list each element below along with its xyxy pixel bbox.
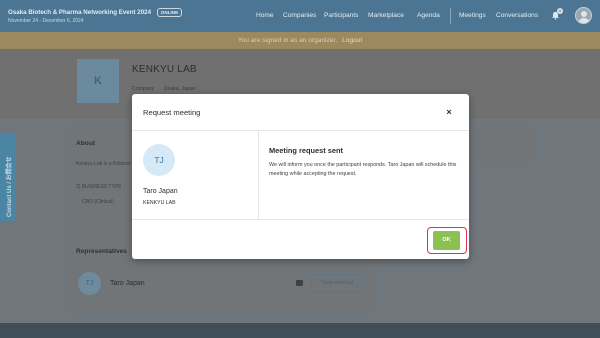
nav-companies[interactable]: Companies (283, 12, 316, 19)
view-meeting-button[interactable]: View meeting (311, 274, 363, 292)
event-badge: ONLINE (156, 8, 183, 17)
nav-home[interactable]: Home (256, 12, 274, 19)
organizer-banner: You are signed in as an organizer. Logou… (0, 32, 600, 49)
contact-us-tab[interactable]: Contact Us / お問合せ (0, 133, 16, 221)
business-type-label: 2) BUSINESS TYPE (76, 184, 122, 190)
representatives-heading: Representatives (76, 248, 127, 255)
nav-participants[interactable]: Participants (324, 12, 358, 19)
contact-us-label: Contact Us / お問合せ (7, 156, 13, 217)
representative-avatar[interactable]: TJ (78, 272, 101, 295)
nav-agenda[interactable]: Agenda (417, 12, 440, 19)
event-dates: November 24 - December 6, 2024 (8, 18, 84, 24)
company-name: KENKYU LAB (132, 64, 197, 75)
organizer-banner-text: You are signed in as an organizer. (237, 37, 338, 44)
nav-divider (450, 8, 451, 24)
participant-pane: TJ Taro Japan KENKYU LAB (132, 131, 259, 220)
page-footer (0, 323, 600, 338)
modal-title: Request meeting (143, 108, 201, 117)
side-card (470, 126, 533, 162)
close-icon[interactable]: × (441, 104, 457, 120)
nav-meetings[interactable]: Meetings (459, 12, 486, 19)
about-heading: About (76, 140, 96, 147)
nav-marketplace[interactable]: Marketplace (368, 12, 404, 19)
confirmation-message: We will inform you once the participant … (269, 162, 457, 177)
participant-avatar: TJ (143, 144, 175, 176)
company-location: Osaka, Japan (163, 86, 196, 92)
company-type: Company (132, 86, 155, 92)
participant-name: Taro Japan (143, 188, 178, 195)
notification-count-badge: 1 (557, 8, 563, 14)
business-type-value: CRO (Clinical) (82, 199, 114, 205)
representative-name[interactable]: Taro Japan (110, 280, 145, 287)
about-text: Kenkyu Lab is a fictional (76, 161, 130, 167)
top-navigation-bar: Osaka Biotech & Pharma Networking Event … (0, 0, 600, 32)
modal-header: Request meeting × (132, 94, 469, 131)
event-title-text: Osaka Biotech & Pharma Networking Event … (8, 9, 152, 17)
user-avatar[interactable] (575, 7, 592, 24)
event-title[interactable]: Osaka Biotech & Pharma Networking Event … (8, 8, 183, 17)
nav-conversations[interactable]: Conversations (496, 12, 538, 19)
confirmation-title: Meeting request sent (269, 146, 343, 155)
participant-company: KENKYU LAB (143, 200, 176, 206)
ok-button[interactable]: OK (433, 231, 460, 250)
chat-icon[interactable] (296, 280, 303, 286)
request-meeting-modal: Request meeting × TJ Taro Japan KENKYU L… (132, 94, 469, 259)
company-meta: Company Osaka, Japan (132, 86, 196, 92)
logout-link[interactable]: Logout (342, 37, 362, 44)
company-logo: K (77, 59, 119, 103)
modal-body: TJ Taro Japan KENKYU LAB Meeting request… (132, 131, 469, 220)
